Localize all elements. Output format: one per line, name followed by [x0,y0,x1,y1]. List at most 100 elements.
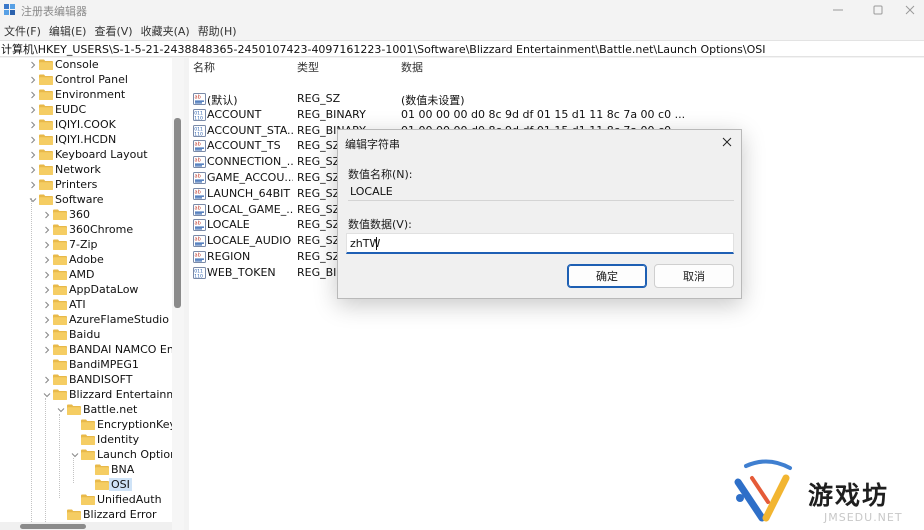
binary-value-icon: 011 110 [193,266,206,279]
address-bar[interactable]: 计算机\HKEY_USERS\S-1-5-21-2438848365-24501… [0,40,924,57]
tree-node[interactable]: Console [0,58,172,72]
tree-node[interactable]: Control Panel [0,72,172,87]
tree-node[interactable]: EncryptionKey [0,417,176,432]
tree-node[interactable]: Blizzard Error [0,507,172,522]
chevron-right-icon[interactable] [42,282,51,297]
tree-node[interactable]: 360 [0,207,172,222]
chevron-down-icon[interactable] [28,192,37,207]
folder-icon [39,194,53,205]
watermark-subtext: JMSEDU.NET [824,511,903,524]
chevron-right-icon[interactable] [28,102,37,117]
tree-hscrollbar-thumb[interactable] [20,524,86,529]
tree-node-label: 7-Zip [69,238,98,251]
tree-node[interactable]: IQIYI.COOK [0,117,172,132]
chevron-right-icon[interactable] [28,87,37,102]
menu-help[interactable]: 帮助(H) [194,23,241,39]
menu-favorites[interactable]: 收藏夹(A) [137,23,194,39]
tree-node-label: Adobe [69,253,104,266]
tree-node[interactable]: Keyboard Layout [0,147,172,162]
tree-scrollbar-thumb[interactable] [174,118,181,308]
chevron-right-icon[interactable] [28,177,37,192]
chevron-right-icon[interactable] [42,237,51,252]
ok-button[interactable]: 确定 [567,264,647,288]
tree-node[interactable]: Battle.net [0,402,172,417]
tree-node[interactable]: Network [0,162,172,177]
menu-file[interactable]: 文件(F) [0,23,45,39]
tree-node[interactable]: 7-Zip [0,237,172,252]
registry-tree: Console Control Panel Environment EUDC IQIYI… [0,58,184,530]
chevron-down-icon[interactable] [70,447,79,462]
tree-node[interactable]: Adobe [0,252,172,267]
tree-node[interactable]: AppDataLow [0,282,172,297]
tree-node[interactable]: BANDISOFT [0,372,172,387]
chevron-right-icon[interactable] [28,117,37,132]
chevron-down-icon[interactable] [42,387,51,402]
svg-text:ab: ab [195,253,201,259]
tree-node[interactable]: BandiMPEG1 [0,357,172,372]
tree-node[interactable]: Printers [0,177,172,192]
column-header-name[interactable]: 名称 [193,59,215,75]
tree-node[interactable]: 360Chrome [0,222,172,237]
folder-icon [39,149,53,160]
list-item[interactable]: ab (默认) REG_SZ (数值未设置) [189,91,924,107]
tree-node[interactable]: BANDAI NAMCO En [0,342,174,357]
dialog-title: 编辑字符串 [345,138,400,151]
value-type-cell: REG_SZ [297,155,337,169]
chevron-right-icon[interactable] [42,297,51,312]
value-name-cell: LOCAL_GAME_... [207,202,293,216]
chevron-right-icon[interactable] [42,342,51,357]
tree-node[interactable]: BNA [0,462,172,477]
chevron-right-icon[interactable] [42,327,51,342]
dialog-close-button[interactable] [717,132,737,152]
title-bar: 注册表编辑器 [0,0,924,20]
tree-node[interactable]: EUDC [0,102,172,117]
tree-node[interactable]: Blizzard Entertainme [0,387,184,402]
tree-node-label: Software [55,193,104,206]
tree-horizontal-scrollbar[interactable] [0,522,172,530]
chevron-right-icon[interactable] [42,207,51,222]
tree-vertical-scrollbar[interactable] [172,58,184,530]
folder-icon [53,269,67,280]
binary-value-icon: 011 110 [193,124,206,137]
address-path[interactable]: 计算机\HKEY_USERS\S-1-5-21-2438848365-24501… [0,41,765,56]
column-header-data[interactable]: 数据 [401,59,423,75]
menu-edit[interactable]: 编辑(E) [45,23,91,39]
tree-node[interactable]: Identity [0,432,172,447]
tree-node[interactable]: Baidu [0,327,172,342]
chevron-right-icon[interactable] [42,252,51,267]
text-caret [376,237,377,250]
chevron-right-icon[interactable] [28,147,37,162]
close-button[interactable] [896,0,924,20]
list-item[interactable]: 011 110 ACCOUNT REG_BINARY 01 00 00 00 d0 8c… [189,107,924,123]
chevron-right-icon[interactable] [42,372,51,387]
folder-icon [53,254,67,265]
menu-view[interactable]: 查看(V) [90,23,136,39]
chevron-right-icon[interactable] [42,312,51,327]
folder-icon [53,344,67,355]
tree-node[interactable]: ATI [0,297,172,312]
svg-text:110: 110 [194,115,203,121]
folder-icon [81,494,95,505]
chevron-right-icon[interactable] [28,162,37,177]
chevron-right-icon[interactable] [42,222,51,237]
chevron-down-icon[interactable] [56,402,65,417]
chevron-right-icon[interactable] [28,58,37,72]
chevron-right-icon[interactable] [28,72,37,87]
column-header-type[interactable]: 类型 [297,59,319,75]
chevron-right-icon[interactable] [28,132,37,147]
tree-node[interactable]: AzureFlameStudio [0,312,172,327]
tree-node[interactable]: OSI [0,477,172,492]
minimize-button[interactable] [818,0,858,20]
tree-node[interactable]: AMD [0,267,172,282]
svg-text:110: 110 [194,131,203,137]
cancel-button[interactable]: 取消 [654,264,734,288]
tree-node[interactable]: UnifiedAuth [0,492,172,507]
tree-node-label: Network [55,163,101,176]
tree-node[interactable]: Environment [0,87,172,102]
value-data-input[interactable] [346,233,734,254]
chevron-right-icon[interactable] [42,267,51,282]
tree-node[interactable]: Software [0,192,172,207]
maximize-button[interactable] [858,0,898,20]
tree-node[interactable]: IQIYI.HCDN [0,132,172,147]
tree-node[interactable]: Launch Option [0,447,177,462]
